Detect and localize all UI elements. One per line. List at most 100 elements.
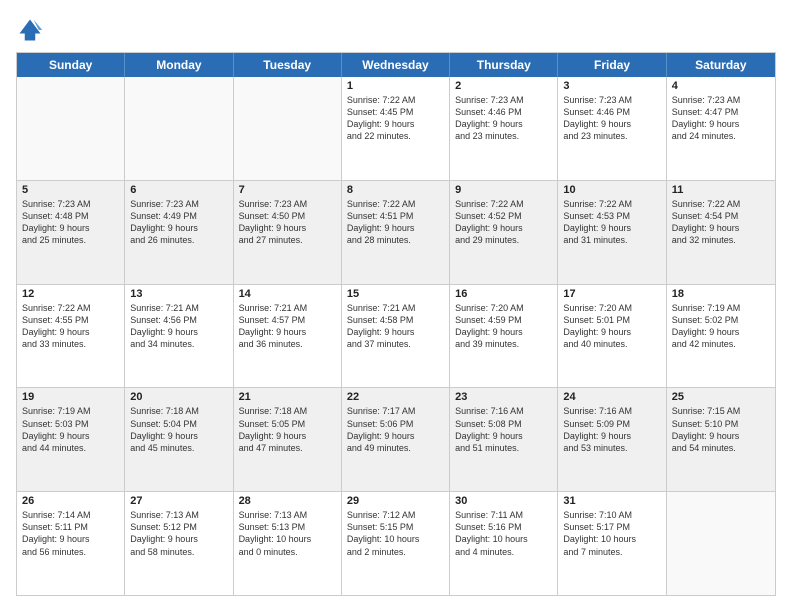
calendar-cell: 22 Sunrise: 7:17 AM Sunset: 5:06 PM Dayli… — [342, 388, 450, 491]
calendar-cell — [667, 492, 775, 595]
day-number: 27 — [130, 495, 227, 507]
calendar-cell: 26 Sunrise: 7:14 AM Sunset: 5:11 PM Dayli… — [17, 492, 125, 595]
calendar-cell: 6 Sunrise: 7:23 AM Sunset: 4:49 PM Daylig… — [125, 181, 233, 284]
cell-text: Sunrise: 7:13 AM Sunset: 5:12 PM Dayligh… — [130, 509, 227, 558]
cell-text: Sunrise: 7:21 AM Sunset: 4:57 PM Dayligh… — [239, 302, 336, 351]
day-number: 15 — [347, 288, 444, 300]
calendar-header-cell: Monday — [125, 53, 233, 77]
day-number: 14 — [239, 288, 336, 300]
day-number: 23 — [455, 391, 552, 403]
day-number: 26 — [22, 495, 119, 507]
calendar-header-cell: Thursday — [450, 53, 558, 77]
cell-text: Sunrise: 7:16 AM Sunset: 5:09 PM Dayligh… — [563, 405, 660, 454]
calendar-cell: 30 Sunrise: 7:11 AM Sunset: 5:16 PM Dayli… — [450, 492, 558, 595]
cell-text: Sunrise: 7:12 AM Sunset: 5:15 PM Dayligh… — [347, 509, 444, 558]
calendar-cell — [17, 77, 125, 180]
calendar-cell: 17 Sunrise: 7:20 AM Sunset: 5:01 PM Dayli… — [558, 285, 666, 388]
calendar-cell: 10Sunrise: 7:22 AM Sunset: 4:53 PM Dayli… — [558, 181, 666, 284]
calendar: SundayMondayTuesdayWednesdayThursdayFrid… — [16, 52, 776, 596]
calendar-cell: 23Sunrise: 7:16 AM Sunset: 5:08 PM Dayli… — [450, 388, 558, 491]
calendar-cell: 2 Sunrise: 7:23 AM Sunset: 4:46 PM Daylig… — [450, 77, 558, 180]
calendar-cell: 15 Sunrise: 7:21 AM Sunset: 4:58 PM Dayli… — [342, 285, 450, 388]
day-number: 6 — [130, 184, 227, 196]
calendar-cell: 21 Sunrise: 7:18 AM Sunset: 5:05 PM Dayli… — [234, 388, 342, 491]
calendar-cell: 11 Sunrise: 7:22 AM Sunset: 4:54 PM Dayli… — [667, 181, 775, 284]
day-number: 18 — [672, 288, 770, 300]
calendar-body: 1Sunrise: 7:22 AM Sunset: 4:45 PM Daylig… — [17, 77, 775, 595]
cell-text: Sunrise: 7:18 AM Sunset: 5:04 PM Dayligh… — [130, 405, 227, 454]
cell-text: Sunrise: 7:19 AM Sunset: 5:02 PM Dayligh… — [672, 302, 770, 351]
day-number: 13 — [130, 288, 227, 300]
cell-text: Sunrise: 7:23 AM Sunset: 4:49 PM Dayligh… — [130, 198, 227, 247]
day-number: 7 — [239, 184, 336, 196]
cell-text: Sunrise: 7:15 AM Sunset: 5:10 PM Dayligh… — [672, 405, 770, 454]
cell-text: Sunrise: 7:18 AM Sunset: 5:05 PM Dayligh… — [239, 405, 336, 454]
calendar-cell: 4Sunrise: 7:23 AM Sunset: 4:47 PM Daylig… — [667, 77, 775, 180]
calendar-header-cell: Saturday — [667, 53, 775, 77]
cell-text: Sunrise: 7:20 AM Sunset: 4:59 PM Dayligh… — [455, 302, 552, 351]
day-number: 31 — [563, 495, 660, 507]
cell-text: Sunrise: 7:10 AM Sunset: 5:17 PM Dayligh… — [563, 509, 660, 558]
calendar-cell: 25Sunrise: 7:15 AM Sunset: 5:10 PM Dayli… — [667, 388, 775, 491]
cell-text: Sunrise: 7:23 AM Sunset: 4:46 PM Dayligh… — [455, 94, 552, 143]
cell-text: Sunrise: 7:22 AM Sunset: 4:45 PM Dayligh… — [347, 94, 444, 143]
calendar-cell: 13 Sunrise: 7:21 AM Sunset: 4:56 PM Dayli… — [125, 285, 233, 388]
cell-text: Sunrise: 7:22 AM Sunset: 4:55 PM Dayligh… — [22, 302, 119, 351]
calendar-row: 5 Sunrise: 7:23 AM Sunset: 4:48 PM Daylig… — [17, 181, 775, 285]
calendar-cell: 9 Sunrise: 7:22 AM Sunset: 4:52 PM Daylig… — [450, 181, 558, 284]
day-number: 29 — [347, 495, 444, 507]
day-number: 21 — [239, 391, 336, 403]
calendar-cell: 27 Sunrise: 7:13 AM Sunset: 5:12 PM Dayli… — [125, 492, 233, 595]
calendar-row: 1Sunrise: 7:22 AM Sunset: 4:45 PM Daylig… — [17, 77, 775, 181]
cell-text: Sunrise: 7:13 AM Sunset: 5:13 PM Dayligh… — [239, 509, 336, 558]
calendar-row: 26 Sunrise: 7:14 AM Sunset: 5:11 PM Dayli… — [17, 492, 775, 595]
cell-text: Sunrise: 7:14 AM Sunset: 5:11 PM Dayligh… — [22, 509, 119, 558]
cell-text: Sunrise: 7:23 AM Sunset: 4:48 PM Dayligh… — [22, 198, 119, 247]
calendar-cell: 8Sunrise: 7:22 AM Sunset: 4:51 PM Daylig… — [342, 181, 450, 284]
calendar-cell: 16Sunrise: 7:20 AM Sunset: 4:59 PM Dayli… — [450, 285, 558, 388]
day-number: 5 — [22, 184, 119, 196]
day-number: 3 — [563, 80, 660, 92]
calendar-cell: 29 Sunrise: 7:12 AM Sunset: 5:15 PM Dayli… — [342, 492, 450, 595]
calendar-cell — [234, 77, 342, 180]
cell-text: Sunrise: 7:21 AM Sunset: 4:58 PM Dayligh… — [347, 302, 444, 351]
day-number: 11 — [672, 184, 770, 196]
day-number: 8 — [347, 184, 444, 196]
cell-text: Sunrise: 7:17 AM Sunset: 5:06 PM Dayligh… — [347, 405, 444, 454]
calendar-cell: 31 Sunrise: 7:10 AM Sunset: 5:17 PM Dayli… — [558, 492, 666, 595]
cell-text: Sunrise: 7:22 AM Sunset: 4:54 PM Dayligh… — [672, 198, 770, 247]
calendar-row: 12 Sunrise: 7:22 AM Sunset: 4:55 PM Dayli… — [17, 285, 775, 389]
calendar-cell: 28Sunrise: 7:13 AM Sunset: 5:13 PM Dayli… — [234, 492, 342, 595]
calendar-cell: 3 Sunrise: 7:23 AM Sunset: 4:46 PM Daylig… — [558, 77, 666, 180]
calendar-cell: 7 Sunrise: 7:23 AM Sunset: 4:50 PM Daylig… — [234, 181, 342, 284]
day-number: 17 — [563, 288, 660, 300]
calendar-header: SundayMondayTuesdayWednesdayThursdayFrid… — [17, 53, 775, 77]
calendar-cell: 5 Sunrise: 7:23 AM Sunset: 4:48 PM Daylig… — [17, 181, 125, 284]
day-number: 30 — [455, 495, 552, 507]
calendar-cell: 18 Sunrise: 7:19 AM Sunset: 5:02 PM Dayli… — [667, 285, 775, 388]
calendar-cell: 14 Sunrise: 7:21 AM Sunset: 4:57 PM Dayli… — [234, 285, 342, 388]
logo-icon — [16, 16, 44, 44]
calendar-cell — [125, 77, 233, 180]
day-number: 12 — [22, 288, 119, 300]
calendar-cell: 12 Sunrise: 7:22 AM Sunset: 4:55 PM Dayli… — [17, 285, 125, 388]
calendar-cell: 20Sunrise: 7:18 AM Sunset: 5:04 PM Dayli… — [125, 388, 233, 491]
cell-text: Sunrise: 7:23 AM Sunset: 4:47 PM Dayligh… — [672, 94, 770, 143]
day-number: 24 — [563, 391, 660, 403]
calendar-cell: 1Sunrise: 7:22 AM Sunset: 4:45 PM Daylig… — [342, 77, 450, 180]
day-number: 22 — [347, 391, 444, 403]
cell-text: Sunrise: 7:23 AM Sunset: 4:50 PM Dayligh… — [239, 198, 336, 247]
cell-text: Sunrise: 7:23 AM Sunset: 4:46 PM Dayligh… — [563, 94, 660, 143]
cell-text: Sunrise: 7:22 AM Sunset: 4:52 PM Dayligh… — [455, 198, 552, 247]
cell-text: Sunrise: 7:19 AM Sunset: 5:03 PM Dayligh… — [22, 405, 119, 454]
day-number: 19 — [22, 391, 119, 403]
cell-text: Sunrise: 7:11 AM Sunset: 5:16 PM Dayligh… — [455, 509, 552, 558]
cell-text: Sunrise: 7:20 AM Sunset: 5:01 PM Dayligh… — [563, 302, 660, 351]
day-number: 9 — [455, 184, 552, 196]
calendar-cell: 19 Sunrise: 7:19 AM Sunset: 5:03 PM Dayli… — [17, 388, 125, 491]
day-number: 2 — [455, 80, 552, 92]
calendar-row: 19 Sunrise: 7:19 AM Sunset: 5:03 PM Dayli… — [17, 388, 775, 492]
cell-text: Sunrise: 7:21 AM Sunset: 4:56 PM Dayligh… — [130, 302, 227, 351]
calendar-header-cell: Tuesday — [234, 53, 342, 77]
logo — [16, 16, 48, 44]
